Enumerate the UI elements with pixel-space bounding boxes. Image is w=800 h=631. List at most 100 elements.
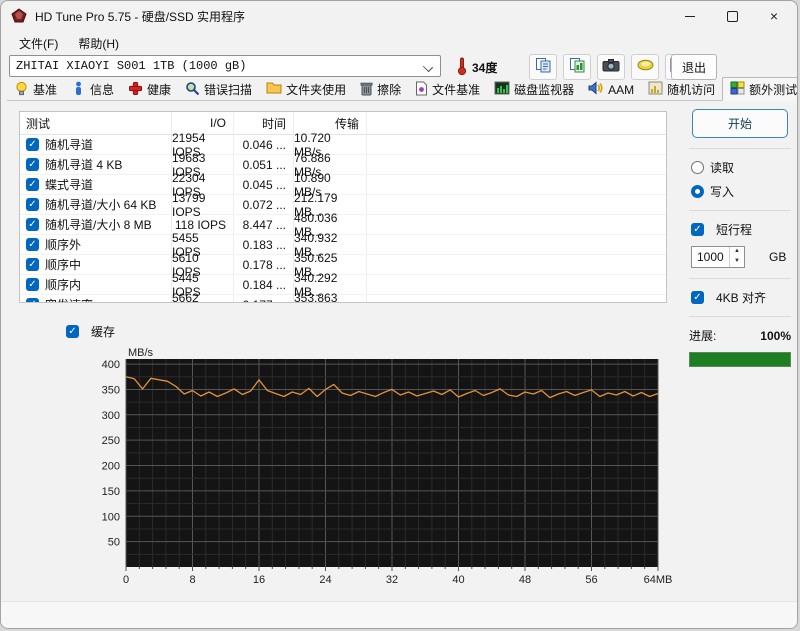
cache-label: 缓存 (91, 325, 116, 339)
tab-label: 额外测试 (749, 82, 798, 97)
tab-disk-monitor[interactable]: 磁盘监视器 (487, 79, 581, 100)
drive-select[interactable]: ZHITAI XIAOYI S001 1TB (1000 gB) (9, 55, 441, 77)
y-tick-label: 250 (102, 435, 120, 447)
test-name: 随机寻道 4 KB (45, 158, 123, 172)
tab-label: 错误扫描 (204, 83, 253, 97)
test-name: 突发速率 (45, 296, 93, 302)
size-spinner[interactable]: 1000 ▲ ▼ (691, 246, 745, 268)
tab-error-scan[interactable]: 错误扫描 (178, 79, 259, 100)
bulb-icon (14, 81, 29, 99)
align-label: 4KB 对齐 (716, 291, 767, 305)
row-checkbox[interactable]: ✓ (26, 138, 39, 151)
time-value: 0.183 ... (234, 235, 294, 254)
minimize-button[interactable] (669, 1, 711, 31)
tab-erase[interactable]: 擦除 (353, 79, 408, 100)
tab-label: 健康 (147, 83, 172, 97)
read-radio-label: 读取 (710, 161, 735, 175)
progress-value: 100% (760, 328, 791, 343)
row-checkbox[interactable]: ✓ (26, 218, 39, 231)
transfer-value: 353.863 MB... (294, 291, 367, 302)
control-panel: 开始 读取 写入 ✓ 短行程 1000 ▲ ▼ GB ✓ 4KB 对齐 进展: … (687, 107, 793, 367)
test-name: 顺序外 (45, 238, 82, 252)
size-unit-label: GB (769, 250, 787, 264)
header-test: 测试 (20, 112, 172, 134)
tab-folder-usage[interactable]: 文件夹使用 (259, 79, 353, 100)
tab-label: 文件基准 (432, 83, 481, 97)
read-radio-row[interactable]: 读取 (691, 159, 793, 176)
row-checkbox[interactable]: ✓ (26, 198, 39, 211)
tab-extra-test[interactable]: 额外测试 (722, 77, 798, 101)
progress-label: 进展: (689, 329, 717, 343)
maximize-icon (726, 10, 738, 22)
y-tick-label: 350 (102, 384, 120, 396)
row-checkbox[interactable]: ✓ (26, 258, 39, 271)
speaker-icon (588, 81, 604, 98)
short-stroke-checkbox[interactable]: ✓ (691, 223, 704, 236)
spin-down-icon[interactable]: ▼ (730, 257, 744, 267)
progress-row: 进展: 100% (689, 327, 791, 344)
copy-text-icon (535, 57, 552, 78)
y-tick-label: 150 (102, 486, 120, 498)
tab-label: 磁盘监视器 (514, 83, 575, 97)
x-tick-label: 8 (189, 574, 195, 586)
row-checkbox[interactable]: ✓ (26, 158, 39, 171)
tab-aam[interactable]: AAM (581, 79, 641, 100)
spin-up-icon[interactable]: ▲ (730, 247, 744, 257)
separator (689, 210, 791, 211)
row-checkbox[interactable]: ✓ (26, 178, 39, 191)
temperature-indicator: 34度 (457, 57, 497, 78)
trash-icon (360, 81, 373, 99)
row-checkbox[interactable]: ✓ (26, 298, 39, 302)
cache-row[interactable]: ✓ 缓存 (66, 323, 115, 340)
x-tick-label: 48 (519, 574, 531, 586)
menu-file[interactable]: 文件(F) (9, 31, 68, 53)
time-value: 0.045 ... (234, 175, 294, 194)
separator (689, 148, 791, 149)
short-stroke-row[interactable]: ✓ 短行程 (691, 221, 793, 238)
time-value: 8.447 ... (234, 215, 294, 234)
maximize-button[interactable] (711, 1, 753, 31)
menu-help[interactable]: 帮助(H) (68, 31, 129, 53)
close-button[interactable]: × (753, 1, 795, 31)
title-bar: HD Tune Pro 5.75 - 硬盘/SSD 实用程序 × (1, 1, 797, 31)
random-chart-icon (648, 81, 663, 98)
tab-file-benchmark[interactable]: 文件基准 (408, 79, 487, 100)
caption-buttons: × (669, 1, 795, 31)
align-row[interactable]: ✓ 4KB 对齐 (691, 289, 793, 306)
tab-label: AAM (608, 82, 635, 97)
copy-image-icon (569, 57, 586, 78)
start-button[interactable]: 开始 (692, 109, 788, 138)
app-icon (11, 8, 27, 24)
table-row: ✓ 突发速率 5662 IOPS0.177 ...353.863 MB... (20, 291, 666, 302)
tab-info[interactable]: 信息 (64, 79, 121, 100)
transfer-rate-chart: 50 100 150 200 250 300 350 400 MB/s 0 8 16 24 32 40 48 5… (86, 347, 796, 593)
size-spinner-row: 1000 ▲ ▼ GB (691, 246, 793, 268)
write-radio-row[interactable]: 写入 (691, 183, 793, 200)
align-checkbox[interactable]: ✓ (691, 291, 704, 304)
save-icon (637, 58, 654, 76)
row-checkbox[interactable]: ✓ (26, 238, 39, 251)
tab-benchmark[interactable]: 基准 (7, 79, 64, 100)
x-tick-label: 40 (452, 574, 464, 586)
tab-label: 随机访问 (667, 83, 716, 97)
read-radio[interactable] (691, 161, 704, 174)
tab-label: 擦除 (377, 83, 402, 97)
app-window: HD Tune Pro 5.75 - 硬盘/SSD 实用程序 × 文件(F) 帮… (0, 0, 798, 629)
test-name: 随机寻道/大小 64 KB (45, 198, 157, 212)
tab-label: 信息 (90, 83, 115, 97)
tab-random-access[interactable]: 随机访问 (641, 79, 722, 100)
time-value: 0.177 ... (234, 295, 294, 302)
size-value: 1000 (697, 250, 724, 264)
io-value: 13799 IOPS (172, 191, 234, 219)
temperature-value: 34度 (472, 61, 498, 75)
io-value: 5662 IOPS (172, 291, 234, 302)
time-value: 0.184 ... (234, 275, 294, 294)
row-checkbox[interactable]: ✓ (26, 278, 39, 291)
time-value: 0.072 ... (234, 195, 294, 214)
time-value: 0.051 ... (234, 155, 294, 174)
x-tick-label: 64MB (644, 574, 673, 586)
tab-health[interactable]: 健康 (121, 79, 178, 100)
cache-checkbox[interactable]: ✓ (66, 325, 79, 338)
x-tick-label: 24 (319, 574, 331, 586)
write-radio[interactable] (691, 185, 704, 198)
